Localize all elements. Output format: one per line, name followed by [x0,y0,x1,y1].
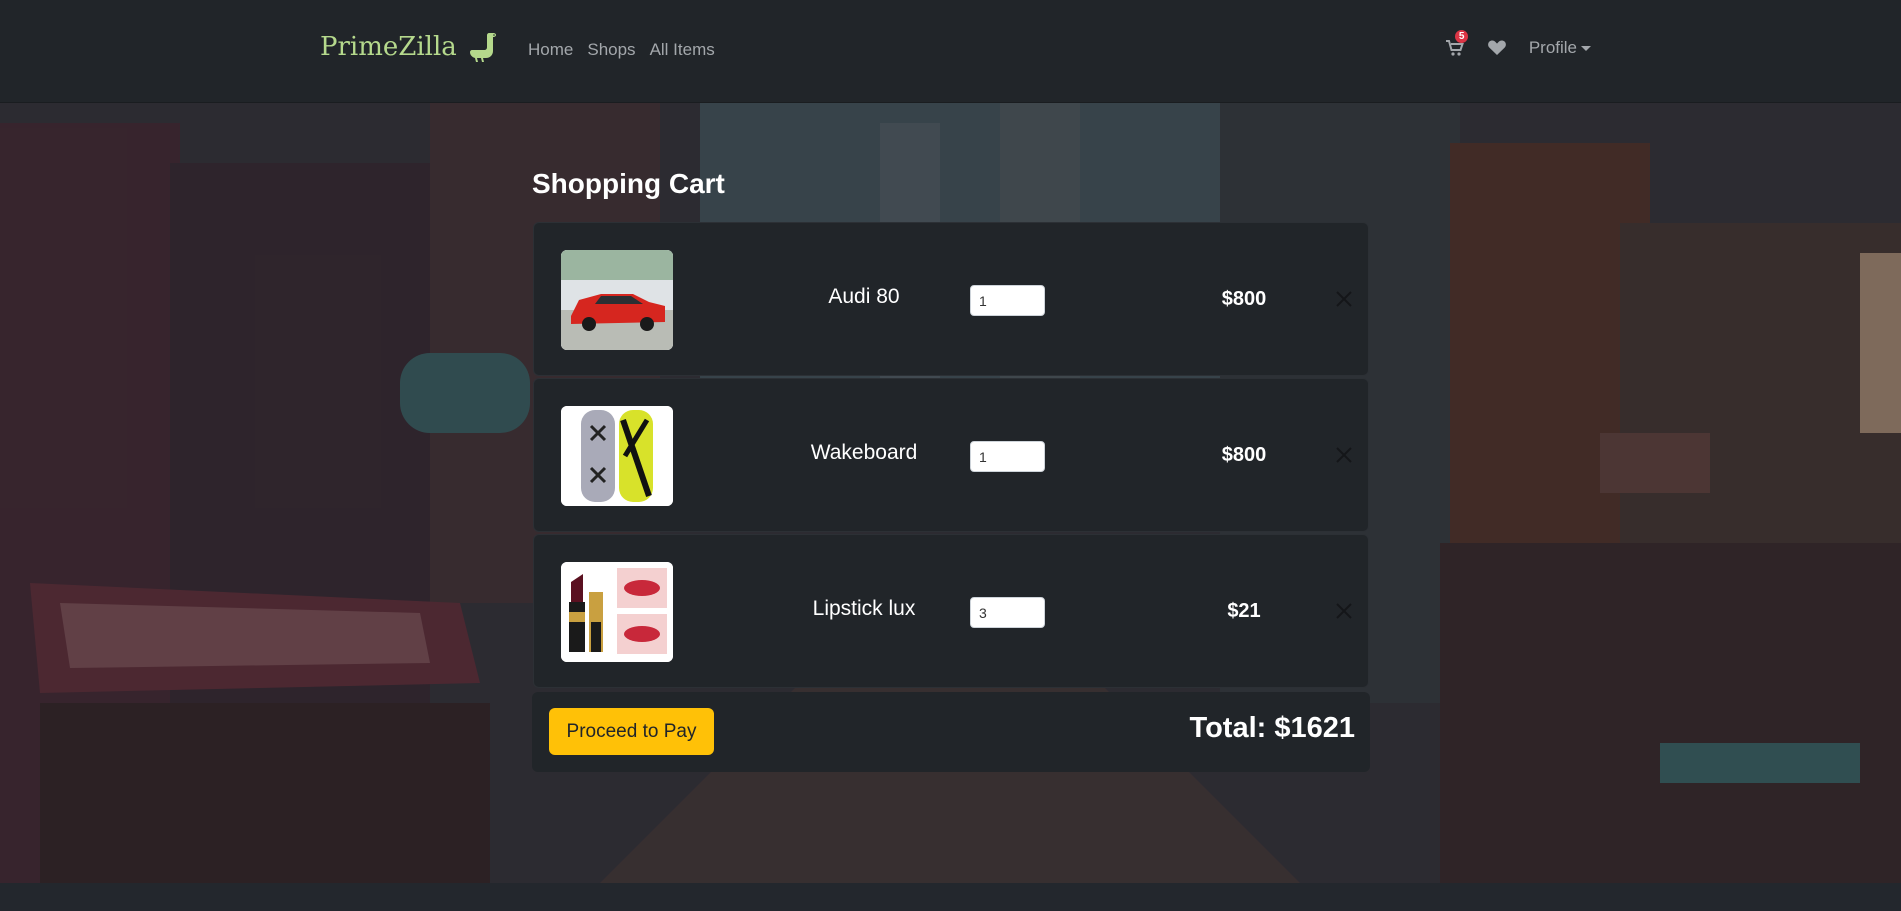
nav-right: 5 Profile [1445,30,1591,58]
item-name: Lipstick lux [812,597,916,620]
remove-item-button[interactable] [1332,287,1356,311]
caret-down-icon [1581,45,1591,51]
brand-logo[interactable]: PrimeZilla [320,30,501,64]
footer-bar [0,883,1901,911]
item-name: Wakeboard [810,441,918,464]
profile-label: Profile [1528,38,1577,57]
dinosaur-icon [469,33,496,62]
profile-dropdown[interactable]: Profile [1529,38,1591,58]
product-image-lipstick[interactable] [561,562,673,662]
product-image-car[interactable] [561,250,673,350]
item-price: $21 [1227,600,1261,622]
navbar: PrimeZilla Home Shops All Items 5 Profil… [0,0,1901,103]
item-price: $800 [1221,444,1267,466]
page-title: Shopping Cart [532,168,725,199]
cart-item: Wakeboard $800 [533,378,1369,532]
cart-summary: Proceed to Pay Total: $1621 [532,692,1370,772]
close-icon [1336,447,1352,463]
proceed-to-pay-button[interactable]: Proceed to Pay [549,708,714,755]
remove-item-button[interactable] [1332,443,1356,467]
nav-links: Home Shops All Items [528,40,715,60]
cart-list: Audi 80 $800 Wakeboard $800 [533,222,1369,690]
lipstick-image [561,562,673,662]
remove-item-button[interactable] [1332,599,1356,623]
close-icon [1336,291,1352,307]
nav-link-shops[interactable]: Shops [587,40,635,60]
cart-item: Lipstick lux $21 [533,534,1369,688]
product-image-wakeboard[interactable] [561,406,673,506]
nav-link-all-items[interactable]: All Items [650,40,715,60]
cart-count-badge: 5 [1454,30,1469,43]
quantity-input[interactable] [970,441,1045,472]
quantity-input[interactable] [970,597,1045,628]
item-price: $800 [1221,288,1267,310]
car-image [561,250,673,350]
item-name: Audi 80 [828,285,900,308]
heart-icon [1487,40,1506,55]
brand-name: PrimeZilla [320,32,457,62]
wishlist-button[interactable] [1487,38,1507,58]
cart-button[interactable]: 5 [1445,30,1469,58]
cart-total: Total: $1621 [1189,712,1355,744]
close-icon [1336,603,1352,619]
wakeboard-image [561,406,673,506]
cart-item: Audi 80 $800 [533,222,1369,376]
quantity-input[interactable] [970,285,1045,316]
nav-link-home[interactable]: Home [528,40,573,60]
